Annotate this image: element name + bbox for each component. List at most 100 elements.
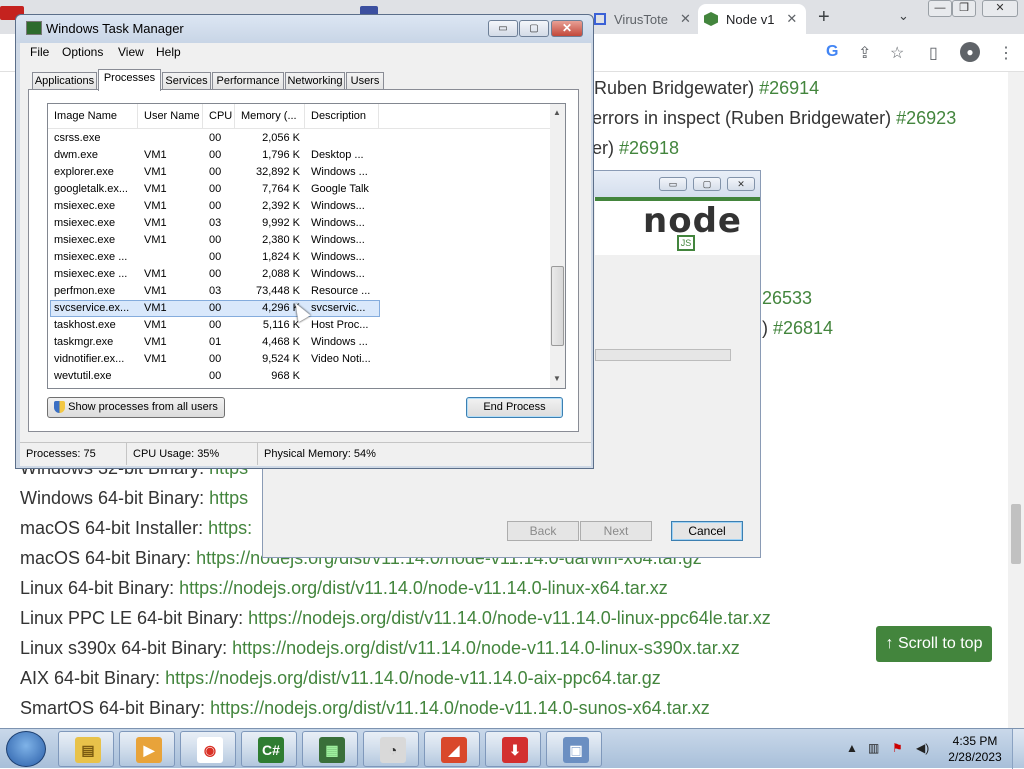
binary-link[interactable]: https://nodejs.org/dist/v11.14.0/node-v1… (232, 638, 740, 658)
column-user-name[interactable]: User Name (138, 104, 203, 129)
menu-help[interactable]: Help (156, 45, 181, 59)
binary-link[interactable]: https://nodejs.org/dist/v11.14.0/node-v1… (165, 668, 661, 688)
commit-link[interactable]: 26533 (762, 288, 812, 308)
page-scrollbar[interactable] (1008, 72, 1024, 728)
start-button[interactable] (6, 731, 46, 767)
google-icon[interactable]: G (826, 43, 838, 61)
tab-services[interactable]: Services (162, 72, 211, 90)
process-row[interactable]: googletalk.ex... VM1 00 7,764 K Google Talk (48, 181, 550, 198)
process-description: Google Talk (311, 183, 369, 195)
process-row[interactable]: dwm.exe VM1 00 1,796 K Desktop ... (48, 147, 550, 164)
menu-kebab-icon[interactable]: ⋮ (998, 43, 1014, 63)
scroll-up-arrow-icon[interactable]: ▲ (553, 108, 561, 117)
maximize-button[interactable]: ▢ (519, 20, 549, 37)
tab-node[interactable]: Node v1 ✕ (698, 4, 806, 34)
tab-processes[interactable]: Processes (98, 69, 161, 91)
side-panel-icon[interactable]: ▯ (929, 43, 938, 63)
share-icon[interactable]: ⇪ (858, 43, 871, 63)
commit-link[interactable]: #26814 (773, 318, 833, 338)
column-cpu[interactable]: CPU (203, 104, 235, 129)
process-row[interactable]: taskmgr.exe VM1 01 4,468 K Windows ... (48, 334, 550, 351)
taskbar-app-button[interactable]: ▦ (302, 731, 358, 767)
process-user-name: VM1 (144, 319, 167, 331)
process-description: Windows... (311, 234, 365, 246)
cancel-button[interactable]: Cancel (671, 521, 743, 541)
taskbar-app-button[interactable]: ◢ (424, 731, 480, 767)
minimize-button[interactable]: ▭ (488, 20, 518, 37)
process-cpu: 00 (209, 132, 222, 144)
menu-file[interactable]: File (30, 45, 49, 59)
scroll-to-top-button[interactable]: ↑ Scroll to top (876, 626, 992, 662)
tab-applications[interactable]: Applications (32, 72, 97, 90)
bookmark-star-icon[interactable]: ☆ (890, 43, 904, 63)
show-all-processes-button[interactable]: Show processes from all users (47, 397, 225, 418)
process-row[interactable]: vidnotifier.ex... VM1 00 9,524 K Video Noti.… (48, 351, 550, 368)
binary-link[interactable]: https://nodejs.org/dist/v11.14.0/node-v1… (210, 698, 710, 718)
tab-close-icon[interactable]: ✕ (680, 11, 691, 27)
process-row[interactable]: explorer.exe VM1 00 32,892 K Windows ... (48, 164, 550, 181)
changelog-line: ) #26814 (762, 318, 834, 338)
tab-performance[interactable]: Performance (212, 72, 284, 90)
maximize-button[interactable]: ❐ (952, 0, 976, 17)
new-tab-button[interactable]: + (818, 6, 830, 29)
taskbar-app-button[interactable]: ▣ (546, 731, 602, 767)
taskbar-app-button[interactable]: ◔ (363, 731, 419, 767)
network-icon[interactable]: ▥ (868, 741, 879, 755)
process-row[interactable]: perfmon.exe VM1 03 73,448 K Resource ... (48, 283, 550, 300)
next-button[interactable]: Next (580, 521, 652, 541)
tab-users[interactable]: Users (346, 72, 384, 90)
back-button[interactable]: Back (507, 521, 579, 541)
process-image-name: msiexec.exe ... (54, 251, 128, 263)
maximize-button[interactable]: ▢ (693, 177, 721, 191)
binary-link[interactable]: https://nodejs.org/dist/v11.14.0/node-v1… (179, 578, 668, 598)
column-memory[interactable]: Memory (... (235, 104, 305, 129)
minimize-button[interactable]: — (928, 0, 952, 17)
show-desktop-button[interactable] (1012, 729, 1024, 769)
scrollbar-thumb[interactable] (551, 266, 564, 346)
process-row[interactable]: msiexec.exe VM1 03 9,992 K Windows... (48, 215, 550, 232)
process-memory: 1,796 K (262, 149, 300, 161)
commit-link[interactable]: #26923 (896, 108, 956, 128)
scrollbar-thumb[interactable] (1011, 504, 1021, 564)
tab-networking[interactable]: Networking (285, 72, 345, 90)
close-button[interactable]: ✕ (551, 20, 583, 37)
action-center-flag-icon[interactable]: ⚑ (892, 741, 903, 755)
tab-virustotal[interactable]: VirusTote ✕ (590, 4, 698, 34)
clock-time[interactable]: 4:35 PM (950, 734, 1000, 748)
binary-link[interactable]: https (209, 488, 248, 508)
tab-close-icon[interactable]: ✕ (786, 11, 797, 27)
process-list[interactable]: Image Name User Name CPU Memory (... Des… (47, 103, 566, 389)
commit-link[interactable]: #26918 (619, 138, 679, 158)
virustotal-icon (594, 13, 606, 25)
column-description[interactable]: Description (305, 104, 379, 129)
process-list-scrollbar[interactable]: ▲ ▼ (550, 104, 565, 388)
commit-link[interactable]: #26914 (759, 78, 819, 98)
column-image-name[interactable]: Image Name (48, 104, 138, 129)
close-button[interactable]: ✕ (727, 177, 755, 191)
process-row[interactable]: wevtutil.exe 00 968 K (48, 368, 550, 385)
scroll-down-arrow-icon[interactable]: ▼ (553, 374, 561, 383)
minimize-button[interactable]: ▭ (659, 177, 687, 191)
clock-date[interactable]: 2/28/2023 (944, 750, 1006, 764)
process-row[interactable]: csrss.exe 00 2,056 K (48, 130, 550, 147)
end-process-button[interactable]: End Process (466, 397, 563, 418)
process-row[interactable]: msiexec.exe ... 00 1,824 K Windows... (48, 249, 550, 266)
binary-link[interactable]: https://nodejs.org/dist/v11.14.0/node-v1… (248, 608, 771, 628)
show-hidden-icons-icon[interactable]: ▲ (846, 741, 858, 755)
volume-icon[interactable]: ◀) (916, 741, 929, 755)
taskbar-app-button[interactable]: C# (241, 731, 297, 767)
process-description: Windows ... (311, 166, 368, 178)
taskbar-app-button[interactable]: ▤ (58, 731, 114, 767)
profile-avatar-icon[interactable]: ● (960, 42, 980, 62)
close-button[interactable]: ✕ (982, 0, 1018, 17)
tab-search-chevron-icon[interactable]: ⌄ (898, 8, 909, 24)
process-row[interactable]: msiexec.exe VM1 00 2,392 K Windows... (48, 198, 550, 215)
process-row[interactable]: msiexec.exe VM1 00 2,380 K Windows... (48, 232, 550, 249)
menu-options[interactable]: Options (62, 45, 103, 59)
taskbar-app-button[interactable]: ⬇ (485, 731, 541, 767)
taskbar-app-button[interactable]: ◉ (180, 731, 236, 767)
menu-view[interactable]: View (118, 45, 144, 59)
process-row[interactable]: msiexec.exe ... VM1 00 2,088 K Windows... (48, 266, 550, 283)
binary-link[interactable]: https: (208, 518, 252, 538)
taskbar-app-button[interactable]: ▶ (119, 731, 175, 767)
